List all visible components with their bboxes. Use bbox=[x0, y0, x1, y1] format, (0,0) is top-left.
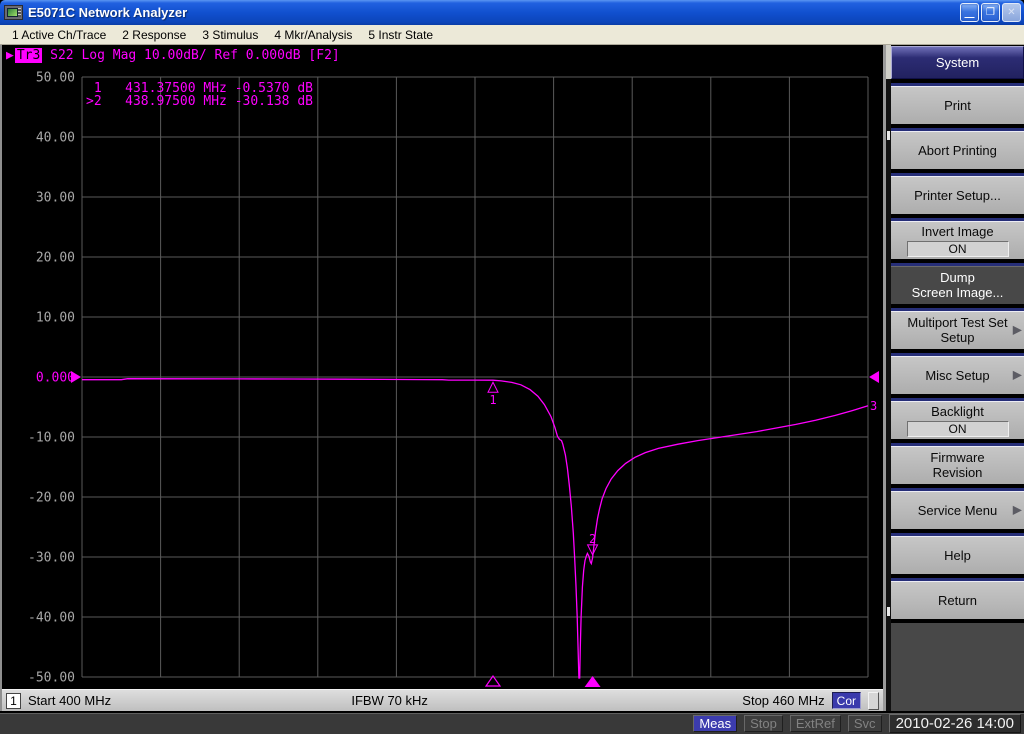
softkey-label: Help bbox=[944, 547, 971, 563]
trace-chip: Tr3 bbox=[14, 48, 43, 63]
menu-bar: 1 Active Ch/Trace 2 Response 3 Stimulus 4 M… bbox=[0, 25, 1024, 45]
ifbw-label[interactable]: IFBW 70 kHz bbox=[351, 693, 428, 708]
minimize-button[interactable]: — bbox=[960, 3, 979, 23]
y-axis-tick-label: 40.00 bbox=[36, 131, 75, 146]
instrument-status-bar: Meas Stop ExtRef Svc 2010-02-26 14:00 bbox=[0, 711, 1024, 734]
y-axis-tick-label: 30.00 bbox=[36, 191, 75, 206]
submenu-arrow-icon: ▶ bbox=[1012, 367, 1022, 382]
softkey-label: Printer Setup... bbox=[914, 187, 1001, 203]
softkey-label: Setup bbox=[940, 330, 975, 345]
submenu-arrow-icon: ▶ bbox=[1012, 322, 1022, 337]
menu-item-4-mkr-analysis[interactable]: 4 Mkr/Analysis bbox=[266, 26, 360, 44]
softkey-print[interactable]: Print bbox=[891, 83, 1024, 124]
trace-status-line[interactable]: ▶ Tr3 S22 Log Mag 10.00dB/ Ref 0.000dB [F… bbox=[6, 48, 340, 63]
datetime-display: 2010-02-26 14:00 bbox=[888, 714, 1021, 733]
scroll-strip-top bbox=[886, 45, 891, 79]
softkey-toggle-state: ON bbox=[906, 240, 1009, 257]
y-axis-tick-label: -30.00 bbox=[28, 551, 75, 566]
trace-number-label: 3 bbox=[870, 399, 877, 413]
softkey-toggle-state: ON bbox=[906, 420, 1009, 437]
correction-badge: Cor bbox=[831, 692, 861, 709]
active-trace-indicator-icon: ▶ bbox=[6, 48, 14, 63]
y-axis-tick-label: -10.00 bbox=[28, 431, 75, 446]
softkey-menu-title: System bbox=[891, 46, 1024, 79]
softkey-return[interactable]: Return bbox=[891, 578, 1024, 619]
softkey-label: Screen Image... bbox=[911, 285, 1004, 300]
close-icon: ✕ bbox=[1007, 7, 1016, 18]
softkey-label: Service Menu bbox=[917, 502, 998, 518]
menu-item-5-instr-state[interactable]: 5 Instr State bbox=[360, 26, 441, 44]
y-axis-tick-label: 50.00 bbox=[36, 71, 75, 86]
graph-area: 50.00 40.00 30.00 20.00 10.00 0.000 -10.00 -20.… bbox=[2, 45, 883, 689]
softkey-menu: System Print Abort Printing Printer Setup.… bbox=[886, 45, 1024, 711]
softkey-abort-printing[interactable]: Abort Printing bbox=[891, 128, 1024, 169]
submenu-arrow-icon: ▶ bbox=[1012, 502, 1022, 517]
minimize-icon: — bbox=[964, 12, 975, 23]
softkey-label: Print bbox=[944, 97, 971, 113]
softkey-label: Firmware bbox=[930, 450, 985, 465]
softkey-dump-screen-image[interactable]: Dump Screen Image... bbox=[891, 263, 1024, 304]
softkey-label: Backlight bbox=[931, 403, 984, 419]
window-title: E5071C Network Analyzer bbox=[28, 5, 188, 20]
scroll-down-icon[interactable] bbox=[887, 607, 890, 616]
menu-item-2-response[interactable]: 2 Response bbox=[114, 26, 194, 44]
marker-1-icon[interactable] bbox=[487, 381, 499, 393]
softkey-label: Invert Image bbox=[921, 223, 994, 239]
channel-status-strip: 1 Start 400 MHz IFBW 70 kHz Stop 460 MHz… bbox=[2, 689, 883, 711]
trace-format-text: S22 Log Mag 10.00dB/ Ref 0.000dB [F2] bbox=[42, 48, 340, 63]
softkey-misc-setup[interactable]: Misc Setup ▶ bbox=[891, 353, 1024, 394]
softkey-service-menu[interactable]: Service Menu ▶ bbox=[891, 488, 1024, 529]
status-segment-meas: Meas bbox=[693, 715, 738, 732]
y-axis-tick-label: -40.00 bbox=[28, 611, 75, 626]
softkey-backlight[interactable]: Backlight ON bbox=[891, 398, 1024, 439]
sidebar-filler bbox=[891, 623, 1024, 711]
softkey-label: Multiport Test Set bbox=[907, 315, 1008, 330]
y-axis-tick-label: -50.00 bbox=[28, 671, 75, 686]
softkey-label: Dump bbox=[940, 270, 975, 285]
y-axis-tick-label: 0.000 bbox=[36, 371, 75, 386]
scroll-up-icon[interactable] bbox=[887, 131, 890, 140]
status-segment-extref: ExtRef bbox=[789, 715, 841, 732]
softkey-multiport-test-set-setup[interactable]: Multiport Test Set Setup ▶ bbox=[891, 308, 1024, 349]
ref-level-right-icon[interactable] bbox=[869, 371, 879, 383]
plot-svg: 50.00 40.00 30.00 20.00 10.00 0.000 -10.00 -20.… bbox=[28, 71, 879, 687]
restore-button[interactable]: ❐ bbox=[981, 3, 1000, 22]
marker-1-label: 1 bbox=[489, 393, 496, 407]
start-frequency-label[interactable]: Start 400 MHz bbox=[28, 693, 111, 708]
menu-item-1-active-ch-trace[interactable]: 1 Active Ch/Trace bbox=[4, 26, 114, 44]
stop-frequency-label[interactable]: Stop 460 MHz bbox=[742, 693, 824, 708]
marker-2-stimulus-icon[interactable] bbox=[584, 676, 601, 687]
trace-display-area: 50.00 40.00 30.00 20.00 10.00 0.000 -10.00 -20.… bbox=[0, 45, 886, 711]
marker-readout-row-2: >2 438.97500 MHz -30.138 dB bbox=[86, 94, 313, 109]
y-axis-tick-label: 10.00 bbox=[36, 311, 75, 326]
marker-2-label: 2 bbox=[589, 532, 596, 546]
strip-end-box bbox=[868, 691, 879, 710]
status-segment-stop: Stop bbox=[744, 715, 783, 732]
ref-level-left-icon[interactable] bbox=[71, 371, 81, 383]
softkey-invert-image[interactable]: Invert Image ON bbox=[891, 218, 1024, 259]
softkey-label: Abort Printing bbox=[918, 142, 997, 158]
softkey-firmware-revision[interactable]: Firmware Revision bbox=[891, 443, 1024, 484]
y-axis-tick-label: -20.00 bbox=[28, 491, 75, 506]
app-icon bbox=[4, 5, 23, 20]
y-axis-tick-label: 20.00 bbox=[36, 251, 75, 266]
menu-item-3-stimulus[interactable]: 3 Stimulus bbox=[194, 26, 266, 44]
status-segment-svc: Svc bbox=[847, 715, 882, 732]
marker-readout: 1 431.37500 MHz -0.5370 dB >2 438.97500 M… bbox=[86, 82, 313, 108]
instrument-screen: 50.00 40.00 30.00 20.00 10.00 0.000 -10.00 -20.… bbox=[0, 45, 1024, 711]
channel-number-box: 1 bbox=[6, 692, 21, 709]
close-button: ✕ bbox=[1002, 3, 1021, 22]
restore-icon: ❐ bbox=[986, 7, 995, 18]
softkey-label: Return bbox=[937, 592, 978, 608]
softkey-label: Revision bbox=[932, 465, 983, 480]
softkey-printer-setup[interactable]: Printer Setup... bbox=[891, 173, 1024, 214]
title-bar: E5071C Network Analyzer — ❐ ✕ bbox=[0, 0, 1024, 25]
softkey-label: Misc Setup bbox=[925, 367, 990, 383]
softkey-help[interactable]: Help bbox=[891, 533, 1024, 574]
